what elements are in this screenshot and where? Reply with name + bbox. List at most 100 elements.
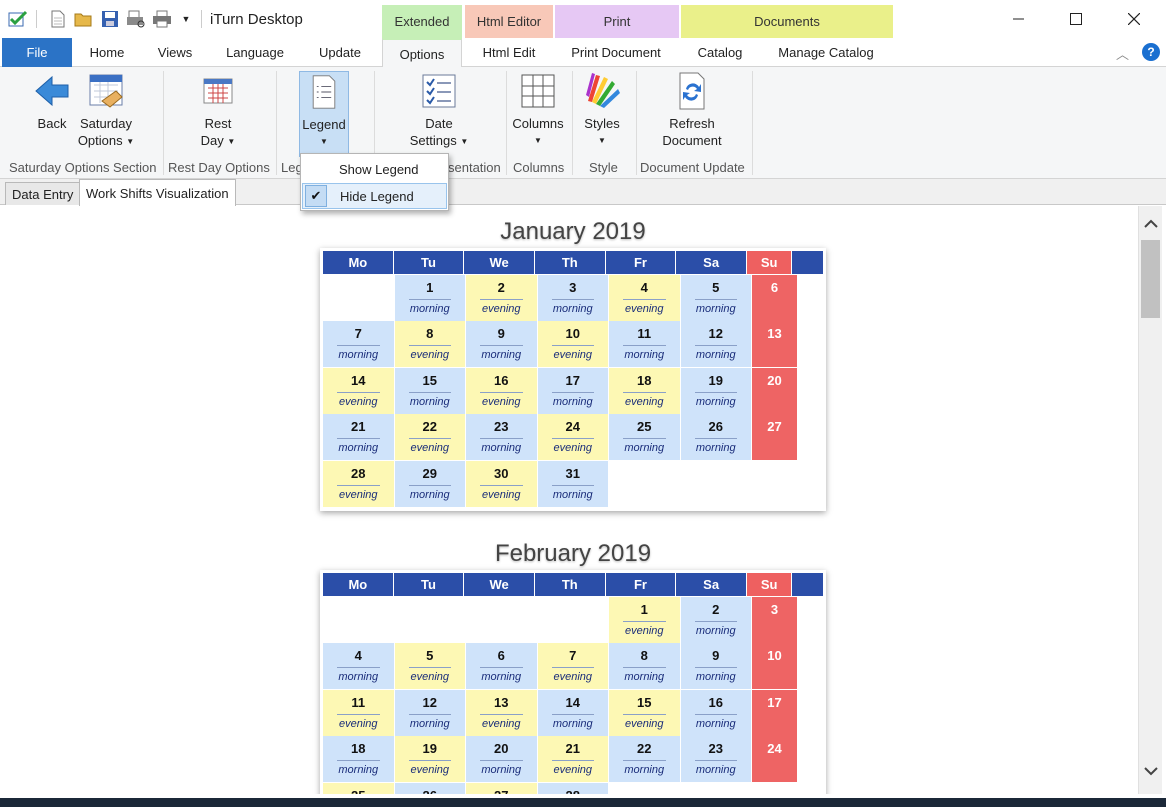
help-icon[interactable]: ? [1142, 43, 1160, 61]
day-cell[interactable]: 6 morning [466, 643, 537, 689]
day-cell[interactable]: 17 morning [537, 367, 608, 414]
new-document-icon[interactable] [48, 9, 68, 29]
open-folder-icon[interactable] [74, 9, 94, 29]
day-cell[interactable] [537, 596, 608, 643]
customize-toolbar-icon[interactable]: ▼ [176, 9, 196, 29]
day-cell[interactable]: 13 evening [466, 689, 537, 736]
scrollbar-thumb[interactable] [1141, 240, 1160, 318]
legend-button[interactable]: Legend ▼ [299, 71, 349, 157]
context-tab-print[interactable]: Print [555, 5, 679, 38]
day-cell[interactable]: 27 [752, 414, 797, 460]
print-preview-icon[interactable] [126, 9, 146, 29]
day-cell[interactable]: 3 morning [537, 274, 608, 321]
tab-catalog[interactable]: Catalog [684, 38, 756, 67]
day-cell[interactable]: 19 morning [680, 367, 751, 414]
menu-item-show-legend[interactable]: Show Legend [302, 156, 447, 182]
day-cell[interactable]: 9 morning [680, 643, 751, 689]
day-cell[interactable]: 18 morning [323, 736, 394, 782]
tab-views[interactable]: Views [143, 38, 207, 67]
day-cell[interactable]: 31 morning [537, 460, 608, 507]
context-tab-extended[interactable]: Extended [382, 5, 462, 38]
tab-file[interactable]: File [2, 38, 72, 67]
vertical-scrollbar[interactable] [1138, 206, 1162, 794]
day-cell[interactable]: 20 morning [466, 736, 537, 782]
day-cell[interactable]: 7 morning [323, 321, 394, 367]
app-check-icon[interactable] [8, 9, 28, 29]
tab-language[interactable]: Language [213, 38, 297, 67]
day-cell[interactable]: 29 morning [394, 460, 465, 507]
day-cell[interactable] [323, 274, 394, 321]
day-cell[interactable]: 10 evening [537, 321, 608, 367]
day-cell[interactable] [394, 596, 465, 643]
day-cell[interactable]: 3 [752, 596, 797, 643]
collapse-ribbon-icon[interactable]: ︿ [1116, 44, 1129, 63]
day-cell[interactable] [323, 596, 394, 643]
day-cell[interactable]: 23 morning [466, 414, 537, 460]
tab-print-document[interactable]: Print Document [558, 38, 674, 67]
day-cell[interactable]: 1 morning [394, 274, 465, 321]
day-cell[interactable]: 1 evening [609, 596, 680, 643]
tab-data-entry[interactable]: Data Entry [5, 182, 81, 205]
day-cell[interactable]: 26 [394, 782, 465, 794]
day-cell[interactable]: 28 evening [323, 460, 394, 507]
print-icon[interactable] [152, 9, 172, 29]
day-cell[interactable]: 20 [752, 367, 797, 414]
day-cell[interactable] [680, 460, 751, 507]
day-cell[interactable]: 12 morning [680, 321, 751, 367]
day-cell[interactable] [609, 460, 680, 507]
context-tab-documents[interactable]: Documents [681, 5, 893, 38]
date-settings-button[interactable]: Date Settings ▼ [404, 71, 474, 150]
day-cell[interactable]: 12 morning [394, 689, 465, 736]
context-tab-html-editor[interactable]: Html Editor [465, 5, 553, 38]
day-cell[interactable]: 22 evening [394, 414, 465, 460]
day-cell[interactable]: 18 evening [609, 367, 680, 414]
saturday-options-button[interactable]: Saturday Options ▼ [76, 71, 136, 150]
day-cell[interactable]: 6 [752, 274, 797, 321]
day-cell[interactable]: 21 morning [323, 414, 394, 460]
day-cell[interactable]: 26 morning [680, 414, 751, 460]
day-cell[interactable]: 14 evening [323, 367, 394, 414]
day-cell[interactable]: 16 evening [466, 367, 537, 414]
day-cell[interactable] [609, 782, 680, 794]
styles-button[interactable]: Styles ▼ [578, 71, 626, 149]
tab-work-shifts-visualization[interactable]: Work Shifts Visualization [79, 179, 236, 206]
day-cell[interactable]: 9 morning [466, 321, 537, 367]
day-cell[interactable]: 5 evening [394, 643, 465, 689]
day-cell[interactable]: 14 morning [537, 689, 608, 736]
maximize-button[interactable] [1047, 0, 1105, 38]
day-cell[interactable]: 8 evening [394, 321, 465, 367]
day-cell[interactable]: 16 morning [680, 689, 751, 736]
day-cell[interactable]: 28 [537, 782, 608, 794]
tab-html-edit[interactable]: Html Edit [468, 38, 550, 67]
day-cell[interactable]: 17 [752, 689, 797, 736]
save-icon[interactable] [100, 9, 120, 29]
day-cell[interactable] [752, 460, 797, 507]
day-cell[interactable]: 22 morning [609, 736, 680, 782]
minimize-button[interactable] [990, 0, 1048, 38]
day-cell[interactable]: 2 evening [466, 274, 537, 321]
day-cell[interactable]: 25 morning [609, 414, 680, 460]
day-cell[interactable]: 30 evening [466, 460, 537, 507]
refresh-document-button[interactable]: Refresh Document [656, 71, 728, 149]
day-cell[interactable]: 8 morning [609, 643, 680, 689]
day-cell[interactable] [680, 782, 751, 794]
day-cell[interactable]: 24 [752, 736, 797, 782]
day-cell[interactable]: 25 [323, 782, 394, 794]
scroll-down-icon[interactable] [1139, 759, 1163, 783]
day-cell[interactable]: 13 [752, 321, 797, 367]
day-cell[interactable]: 15 evening [609, 689, 680, 736]
tab-manage-catalog[interactable]: Manage Catalog [764, 38, 888, 67]
columns-button[interactable]: Columns ▼ [510, 71, 566, 149]
day-cell[interactable]: 11 morning [609, 321, 680, 367]
day-cell[interactable]: 21 evening [537, 736, 608, 782]
tab-update[interactable]: Update [304, 38, 376, 67]
day-cell[interactable]: 5 morning [680, 274, 751, 321]
day-cell[interactable]: 2 morning [680, 596, 751, 643]
day-cell[interactable]: 24 evening [537, 414, 608, 460]
day-cell[interactable]: 4 evening [609, 274, 680, 321]
back-button[interactable]: Back [28, 71, 76, 132]
day-cell[interactable]: 7 evening [537, 643, 608, 689]
day-cell[interactable]: 10 [752, 643, 797, 689]
day-cell[interactable]: 23 morning [680, 736, 751, 782]
day-cell[interactable]: 4 morning [323, 643, 394, 689]
